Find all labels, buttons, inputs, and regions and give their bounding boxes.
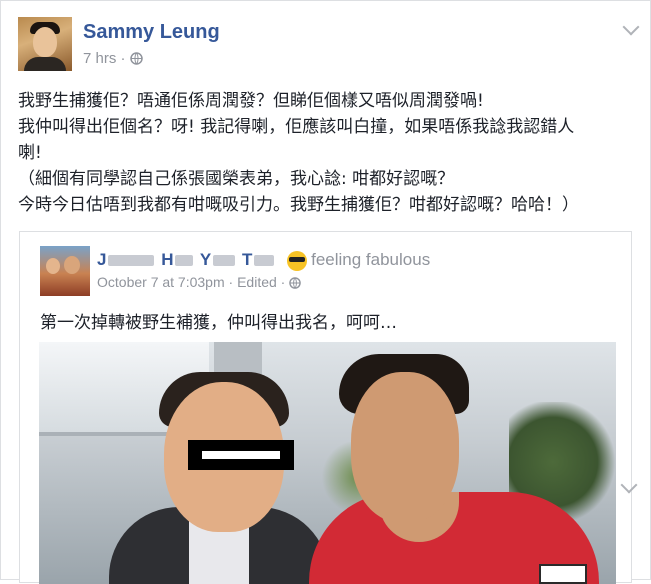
- author-name[interactable]: Sammy Leung: [83, 21, 220, 44]
- globe-icon: [129, 52, 143, 69]
- globe-icon: [289, 276, 302, 292]
- censor-bar: [188, 440, 294, 470]
- redacted-name-part: [254, 255, 275, 267]
- edited-label[interactable]: Edited: [237, 274, 277, 290]
- shared-photo[interactable]: [39, 342, 616, 584]
- sunglasses-emoji-icon: [287, 250, 308, 271]
- feeling-text: feeling fabulous: [311, 250, 431, 269]
- author-avatar[interactable]: [18, 17, 72, 71]
- post-body-line: 我仲叫得出佢個名？呀! 我記得喇，佢應該叫白撞，如果唔係我諗我認錯人: [18, 117, 575, 137]
- shared-post[interactable]: J H Y T feeling fabulous October 7 at 7:…: [19, 231, 638, 584]
- redacted-name-part: [175, 255, 194, 267]
- facebook-post: Sammy Leung 7 hrs · 我野生捕獲佢？唔通佢係周潤發？但睇佢個樣…: [0, 0, 651, 584]
- post-body-line: 喇!: [18, 143, 42, 163]
- redacted-name-part: [213, 255, 236, 267]
- separator-dot: ·: [120, 50, 130, 67]
- shared-post-options-chevron-icon[interactable]: [620, 476, 638, 494]
- shared-post-date[interactable]: October 7 at 7:03pm: [97, 274, 225, 290]
- shared-post-text: 第一次掉轉被野生補獲，仲叫得出我名，呵呵…: [40, 313, 397, 333]
- redacted-name-part: [108, 255, 155, 267]
- shared-author-name[interactable]: J H Y T feeling fabulous: [97, 250, 430, 271]
- shirt-logo: [539, 564, 587, 584]
- shared-author-avatar[interactable]: [40, 246, 90, 296]
- post-time[interactable]: 7 hrs: [83, 50, 116, 67]
- post-body-line: 我野生捕獲佢？唔通佢係周潤發？但睇佢個樣又唔似周潤發喎!: [18, 91, 484, 111]
- post-body-line: （細個有同學認自己係張國榮表弟，我心諗: 咁都好認嘅？: [18, 169, 455, 189]
- post-meta: 7 hrs ·: [83, 50, 143, 69]
- post-body: 我野生捕獲佢？唔通佢係周潤發？但睇佢個樣又唔似周潤發喎! 我仲叫得出佢個名？呀!…: [18, 88, 638, 218]
- post-body-line: 今時今日估唔到我都有咁嘅吸引力。我野生捕獲佢？咁都好認嘅？哈哈！）: [18, 195, 579, 215]
- shared-post-meta: October 7 at 7:03pm · Edited ·: [97, 274, 302, 292]
- post-options-chevron-icon[interactable]: [622, 18, 640, 36]
